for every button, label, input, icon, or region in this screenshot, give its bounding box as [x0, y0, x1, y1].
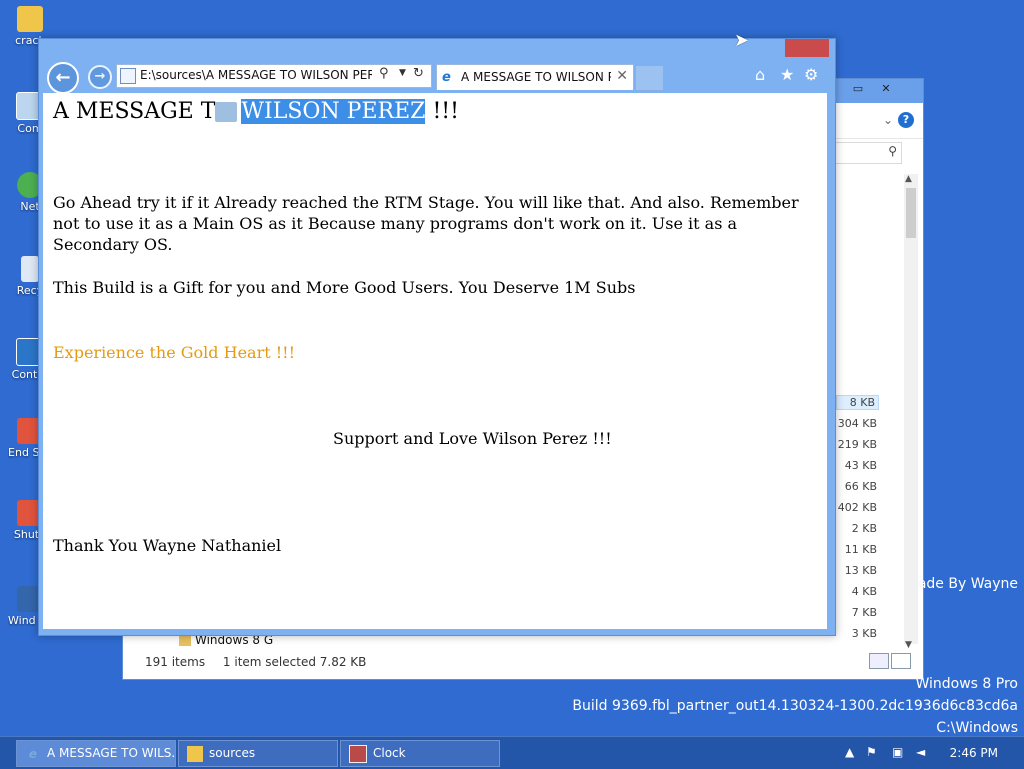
scrollbar[interactable]: ▲ ▼ — [904, 174, 918, 650]
heading-text-end: !!! — [425, 99, 459, 124]
taskbar-item-sources[interactable]: sources — [178, 740, 338, 767]
address-input[interactable]: E:\sources\A MESSAGE TO WILSON PEREZ.ht — [140, 68, 372, 82]
taskbar-item-clock[interactable]: Clock — [340, 740, 500, 767]
taskbar-item-label: sources — [209, 746, 256, 760]
folder-icon — [179, 635, 191, 646]
chevron-down-icon[interactable]: ⌄ — [883, 113, 893, 127]
clock-time[interactable]: 2:46 PM — [950, 746, 998, 760]
mouse-cursor-icon: ➤ — [734, 30, 750, 51]
paragraph-support: Support and Love Wilson Perez !!! — [333, 429, 612, 448]
folder-icon — [17, 6, 43, 32]
forward-button[interactable]: → — [88, 65, 112, 89]
build-text: Build 9369.fbl_partner_out14.130324-1300… — [572, 698, 1018, 714]
recycle-bin-icon — [21, 256, 39, 282]
search-icon[interactable]: ⚲ — [379, 66, 389, 81]
address-bar[interactable]: E:\sources\A MESSAGE TO WILSON PEREZ.ht … — [116, 64, 432, 88]
selection-info: 1 item selected 7.82 KB — [222, 655, 367, 669]
paragraph-gift: This Build is a Gift for you and More Go… — [53, 278, 636, 297]
tab-title: A MESSAGE TO WILSON PE... — [461, 70, 611, 84]
taskbar-item-label: A MESSAGE TO WILS... — [47, 746, 176, 760]
taskbar-item-label: Clock — [373, 746, 406, 760]
refresh-icon[interactable]: ↻ — [413, 66, 424, 81]
status-bar: 191 items 1 item selected 7.82 KB — [145, 655, 380, 669]
gear-icon[interactable]: ⚙ — [804, 65, 818, 84]
back-button[interactable]: ← — [47, 62, 79, 94]
taskbar: eA MESSAGE TO WILS... sources Clock ▲ ⚑ … — [0, 736, 1024, 769]
folder-icon — [187, 745, 203, 762]
page-heading: A MESSAGE T WILSON PEREZ !!! — [53, 99, 459, 124]
ie-icon: e — [28, 746, 38, 761]
windows-path-text: C:\Windows — [936, 720, 1018, 736]
maximize-icon[interactable]: ▭ — [849, 82, 867, 98]
tab-message[interactable]: e A MESSAGE TO WILSON PE... ✕ — [436, 64, 634, 90]
close-tab-icon[interactable]: ✕ — [616, 68, 628, 84]
new-tab-button[interactable] — [635, 65, 664, 91]
made-by-text: ade By Wayne — [917, 576, 1018, 592]
search-icon: ⚲ — [888, 144, 897, 158]
item-count: 191 items — [145, 655, 206, 669]
heading-text-start: A MESSAGE T — [53, 99, 216, 124]
paragraph-rtm: Go Ahead try it if it Already reached th… — [53, 193, 799, 254]
paragraph-gold-heart: Experience the Gold Heart !!! — [53, 343, 296, 362]
scroll-down-icon[interactable]: ▼ — [905, 640, 912, 650]
edition-text: Windows 8 Pro — [915, 676, 1018, 692]
page-icon — [120, 68, 136, 84]
taskbar-item-ie[interactable]: e A MESSAGE TO WILS... — [16, 740, 176, 767]
paragraph-thanks: Thank You Wayne Nathaniel — [53, 536, 282, 555]
page-content: A MESSAGE T WILSON PEREZ !!! Go Ahead try… — [43, 93, 827, 629]
close-icon[interactable]: ✕ — [877, 82, 895, 98]
ie-window[interactable]: ← → E:\sources\A MESSAGE TO WILSON PEREZ… — [38, 38, 836, 636]
clock-icon — [349, 744, 367, 763]
show-hidden-icons-icon[interactable]: ▲ — [845, 745, 854, 759]
file-size: 8 KB — [836, 395, 879, 410]
heading-selected-text: WILSON PEREZ — [241, 99, 426, 124]
ie-icon: e — [442, 70, 451, 85]
volume-muted-icon[interactable]: ◄ — [916, 745, 925, 759]
chevron-down-icon[interactable]: ▼ — [399, 68, 406, 78]
scroll-up-icon[interactable]: ▲ — [905, 174, 912, 184]
large-icons-view-icon[interactable] — [891, 653, 911, 669]
favorites-star-icon[interactable]: ★ — [780, 65, 794, 84]
details-view-icon[interactable] — [869, 653, 889, 669]
action-center-flag-icon[interactable]: ⚑ — [866, 745, 877, 759]
close-button[interactable] — [785, 39, 829, 57]
cursor-icon — [215, 102, 238, 122]
network-status-icon[interactable]: ▣ — [892, 745, 903, 759]
scrollbar-thumb[interactable] — [906, 188, 916, 238]
help-icon[interactable]: ? — [898, 112, 914, 128]
home-icon[interactable]: ⌂ — [755, 65, 765, 84]
